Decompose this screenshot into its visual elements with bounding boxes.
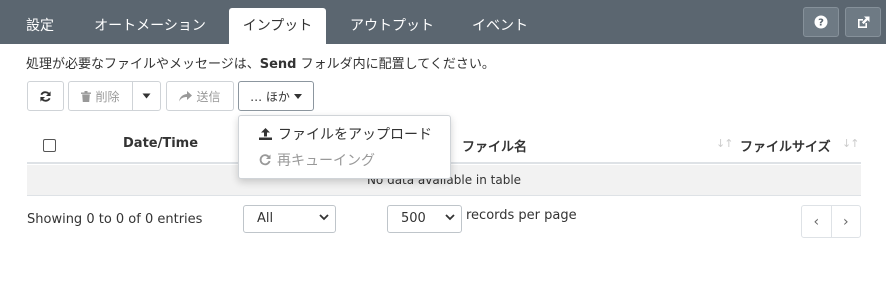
- question-circle-icon: ?: [814, 15, 828, 29]
- requeue-item[interactable]: 再キューイング: [259, 150, 375, 170]
- upload-icon: [259, 128, 272, 140]
- svg-text:?: ?: [818, 18, 824, 29]
- pagination: ‹ ›: [801, 205, 861, 238]
- column-filename[interactable]: ファイル名: [462, 136, 527, 155]
- instruction-text: 処理が必要なファイルやメッセージは、Send フォルダ内に配置してください。: [26, 53, 495, 72]
- share-icon: [179, 90, 193, 101]
- instruction-prefix: 処理が必要なファイルやメッセージは、: [26, 57, 260, 72]
- page-size-value: 500: [401, 211, 426, 226]
- caret-down-icon: [142, 93, 151, 99]
- send-folder-name: Send: [259, 57, 297, 72]
- instruction-suffix: フォルダ内に配置してください。: [296, 57, 495, 72]
- next-page-button[interactable]: ›: [830, 206, 861, 237]
- tab-output[interactable]: アウトプット: [338, 8, 446, 44]
- page-size-label: records per page: [466, 208, 577, 223]
- filter-select[interactable]: All: [243, 205, 336, 233]
- page-size-select[interactable]: 500: [387, 205, 462, 233]
- sort-filename-icon[interactable]: ↓↑: [716, 137, 733, 150]
- upload-file-label: ファイルをアップロード: [278, 127, 432, 143]
- delete-button[interactable]: 削除: [68, 81, 133, 111]
- delete-options-toggle[interactable]: [132, 81, 161, 111]
- delete-label: 削除: [95, 89, 120, 104]
- send-label: 送信: [196, 89, 221, 104]
- send-button[interactable]: 送信: [166, 81, 234, 111]
- tab-input[interactable]: インプット: [229, 8, 326, 44]
- refresh-icon: [40, 90, 51, 102]
- help-button[interactable]: ?: [803, 7, 839, 37]
- chevron-down-icon: [319, 214, 329, 221]
- sort-filesize-icon[interactable]: ↓↑: [842, 137, 859, 150]
- more-actions-dropdown: ファイルをアップロード 再キューイング: [238, 115, 451, 179]
- refresh-button[interactable]: [27, 81, 64, 111]
- more-actions-button[interactable]: … ほか: [238, 81, 314, 111]
- tab-automation[interactable]: オートメーション: [82, 8, 218, 44]
- filter-select-value: All: [257, 211, 274, 226]
- tab-settings[interactable]: 設定: [14, 8, 66, 44]
- external-link-button[interactable]: [845, 7, 881, 37]
- select-all-checkbox[interactable]: [43, 139, 56, 152]
- upload-file-item[interactable]: ファイルをアップロード: [259, 124, 432, 144]
- redo-icon: [259, 154, 271, 166]
- column-datetime[interactable]: Date/Time: [123, 136, 198, 151]
- chevron-down-icon: [445, 214, 455, 221]
- entries-info: Showing 0 to 0 of 0 entries: [27, 212, 203, 227]
- tab-events[interactable]: イベント: [460, 8, 540, 44]
- more-actions-label: … ほか: [250, 89, 290, 104]
- column-filesize[interactable]: ファイルサイズ: [740, 136, 831, 155]
- top-nav-bar: 設定 オートメーション インプット アウトプット イベント ?: [0, 0, 886, 44]
- prev-page-button[interactable]: ‹: [802, 206, 831, 237]
- trash-icon: [81, 90, 92, 102]
- requeue-label: 再キューイング: [277, 153, 375, 169]
- external-link-icon: [857, 16, 869, 28]
- caret-down-icon: [293, 93, 302, 99]
